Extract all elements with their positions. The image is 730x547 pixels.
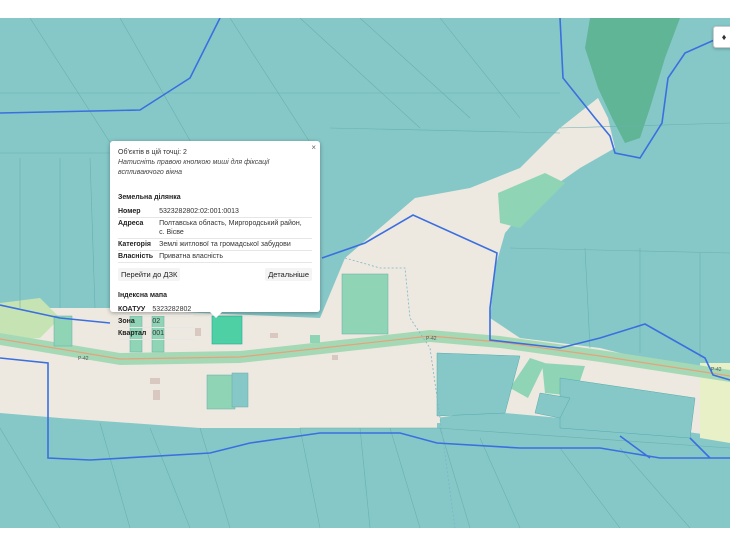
building [332, 355, 338, 360]
row-key: Категорія [118, 238, 160, 251]
popup-actions: Перейти до ДЗК Детальніше [118, 268, 312, 281]
table-row: Зона 02 [118, 315, 195, 328]
popup-hint: Натисніть правою кнопкою миші для фіксац… [118, 159, 270, 176]
parcel-block [231, 372, 249, 408]
parcel-table: Номер 5323282802:02:001:0013 Адреса Полт… [118, 206, 312, 263]
objects-count: Об'єктів в цій точці: 2 [118, 149, 187, 156]
building [150, 378, 160, 384]
road-label: Р-42 [426, 336, 437, 342]
row-key: Власність [118, 250, 160, 263]
layers-control-button[interactable]: ♦ [713, 26, 730, 48]
building [195, 328, 201, 336]
table-row: Власність Приватна власність [118, 250, 312, 263]
parcel-block [53, 315, 73, 347]
row-key: Зона [118, 315, 153, 328]
parcel-block [310, 335, 320, 343]
table-row: Категорія Землі житлової та громадської … [118, 238, 312, 251]
row-value: 5323282802 [152, 304, 195, 316]
close-icon[interactable]: × [311, 143, 316, 152]
parcel-block [206, 374, 236, 410]
index-map-section-title: Індексна мапа [118, 292, 167, 299]
table-row: Адреса Полтавська область, Миргородський… [118, 217, 312, 239]
details-button[interactable]: Детальніше [265, 268, 312, 281]
info-popup: × Об'єктів в цій точці: 2 Натисніть прав… [110, 141, 320, 340]
building [270, 333, 278, 338]
row-key: Квартал [118, 327, 153, 340]
goto-dzk-button[interactable]: Перейти до ДЗК [118, 268, 181, 281]
row-value: Приватна власність [159, 250, 312, 263]
table-row: Номер 5323282802:02:001:0013 [118, 206, 312, 218]
row-key: Адреса [118, 217, 160, 239]
building [153, 390, 160, 400]
table-row: Квартал 001 [118, 327, 195, 340]
parcel-section-title: Земельна ділянка [118, 194, 181, 201]
row-key: Номер [118, 206, 160, 218]
layers-icon: ♦ [721, 32, 727, 42]
row-value: 001 [152, 327, 195, 340]
row-value: Полтавська область, Миргородський район,… [159, 217, 312, 239]
row-value: Землі житлової та громадської забудови [159, 238, 312, 251]
parcel-block [341, 273, 389, 335]
selected-parcel[interactable] [211, 315, 243, 345]
road-label: Р-42 [78, 356, 89, 362]
table-row: КОАТУУ 5323282802 [118, 304, 195, 316]
row-key: КОАТУУ [118, 304, 153, 316]
road-label: Р-42 [711, 367, 722, 373]
row-value: 02 [152, 315, 195, 328]
row-value: 5323282802:02:001:0013 [159, 206, 312, 218]
index-map-table: КОАТУУ 5323282802 Зона 02 Квартал 001 [118, 304, 195, 340]
